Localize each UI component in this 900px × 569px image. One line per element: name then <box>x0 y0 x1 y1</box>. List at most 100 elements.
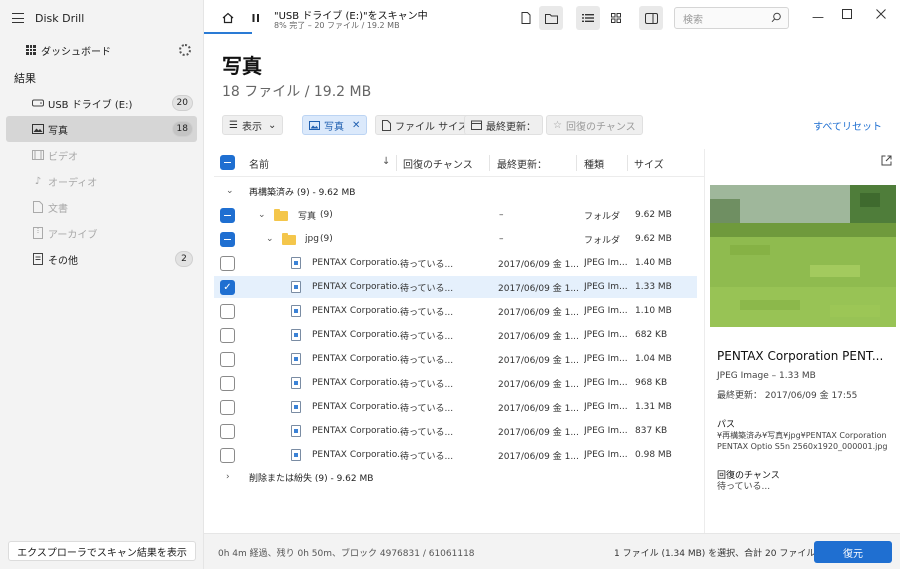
table-row[interactable]: PENTAX Corporatio... 待っている... 2017/06/09… <box>214 252 697 274</box>
sidebar-item-photos[interactable]: 写真 18 <box>6 116 197 142</box>
column-divider[interactable] <box>576 155 577 171</box>
chevron-down-icon[interactable]: ⌄ <box>258 210 266 220</box>
sidebar-item-documents[interactable]: 文書 <box>6 194 197 220</box>
row-checkbox[interactable] <box>220 423 235 439</box>
group-row-rebuilt[interactable]: ⌄ 再構築済み (9) - 9.62 MB <box>214 180 697 202</box>
view-dropdown[interactable]: ☰ 表示 ⌄ <box>222 115 284 135</box>
image-file-icon <box>291 377 301 389</box>
menu-icon[interactable] <box>12 13 24 23</box>
file-size-filter-chip[interactable]: ファイル サイズ <box>375 115 475 135</box>
row-checkbox[interactable] <box>220 303 235 319</box>
close-icon <box>876 9 886 19</box>
sidebar-item-video[interactable]: ビデオ <box>6 142 197 168</box>
pause-icon <box>252 14 259 22</box>
file-table: 名前 ↓ 回復のチャンス 最終更新： 種類 サイズ ⌄ 再構築済み (9) - … <box>214 149 704 533</box>
recovery-chance: 待っている... <box>400 259 454 270</box>
image-file-icon <box>291 305 301 317</box>
table-row[interactable]: PENTAX Corporatio... 待っている... 2017/06/09… <box>214 348 697 370</box>
file-name: PENTAX Corporatio... <box>312 426 406 436</box>
recovery-chance: 待っている... <box>400 331 454 342</box>
row-checkbox[interactable] <box>220 255 235 271</box>
column-header-modified[interactable]: 最終更新： <box>497 156 547 171</box>
status-bar: 0h 4m 経過、残り 0h 50m、ブロック 4976831 / 610611… <box>204 533 900 569</box>
column-divider[interactable] <box>489 155 490 171</box>
sort-down-icon[interactable]: ↓ <box>382 156 390 167</box>
maximize-icon <box>842 9 852 19</box>
chevron-down-icon[interactable]: ⌄ <box>266 234 274 244</box>
chevron-right-icon[interactable]: › <box>226 472 230 482</box>
folder-view-button[interactable] <box>539 6 563 30</box>
pause-scan-button[interactable] <box>244 6 268 30</box>
row-checkbox[interactable] <box>220 231 235 247</box>
restore-button[interactable]: 復元 <box>814 541 892 563</box>
column-divider[interactable] <box>396 155 397 171</box>
column-header-type[interactable]: 種類 <box>584 156 604 171</box>
folder-icon <box>274 209 288 221</box>
row-checkbox[interactable] <box>220 327 235 343</box>
row-checkbox[interactable] <box>220 447 235 463</box>
table-row[interactable]: PENTAX Corporatio... 待っている... 2017/06/09… <box>214 420 697 442</box>
folder-icon <box>282 233 296 245</box>
usb-drive-icon <box>32 97 44 109</box>
column-header-recovery-chance[interactable]: 回復のチャンス <box>403 156 473 171</box>
toggle-preview-pane-button[interactable] <box>639 6 663 30</box>
select-all-checkbox[interactable] <box>220 155 235 170</box>
file-name: PENTAX Corporatio... <box>312 354 406 364</box>
folder-row-jpg[interactable]: ⌄ jpg (9) – フォルダ 9.62 MB <box>214 228 697 250</box>
group-row-deleted[interactable]: › 削除または紛失 (9) - 9.62 MB <box>214 466 697 488</box>
table-row[interactable]: PENTAX Corporatio... 待っている... 2017/06/09… <box>214 396 697 418</box>
image-file-icon <box>291 401 301 413</box>
maximize-button[interactable] <box>842 8 852 22</box>
file-view-button[interactable] <box>514 6 538 30</box>
row-checkbox[interactable] <box>220 351 235 367</box>
home-button[interactable] <box>216 6 240 30</box>
modified-date: 2017/06/09 金 1... <box>498 379 579 390</box>
recovery-chance: 待っている... <box>400 283 454 294</box>
preview-chance-label: 回復のチャンス <box>717 471 780 481</box>
folder-row-photos[interactable]: ⌄ 写真 (9) – フォルダ 9.62 MB <box>214 204 697 226</box>
photo-filter-chip[interactable]: 写真 ✕ <box>302 115 368 135</box>
open-external-icon[interactable] <box>881 155 892 169</box>
row-checkbox[interactable] <box>220 207 235 223</box>
file-type: JPEG Im... <box>584 258 628 268</box>
remove-filter-icon[interactable]: ✕ <box>352 120 360 131</box>
column-header-size[interactable]: サイズ <box>634 156 664 171</box>
sidebar-item-audio[interactable]: ♪ オーディオ <box>6 168 197 194</box>
image-file-icon <box>291 353 301 365</box>
chevron-down-icon[interactable]: ⌄ <box>226 186 234 196</box>
minimize-button[interactable]: — <box>812 10 824 24</box>
recovery-chance-filter-label: 回復のチャンス <box>565 121 636 133</box>
preview-panel: PENTAX Corporation PENT... JPEG Image – … <box>704 149 900 533</box>
show-results-in-explorer-button[interactable]: エクスプローラでスキャン結果を表示 <box>8 541 196 561</box>
modified-filter-chip[interactable]: 最終更新： <box>464 115 543 135</box>
table-row[interactable]: PENTAX Corporatio... 待っている... 2017/06/09… <box>214 372 697 394</box>
sidebar-item-archives[interactable]: アーカイブ <box>6 220 197 246</box>
sidebar-item-usb-drive[interactable]: USB ドライブ (E:) 20 <box>6 90 197 116</box>
photo-filter-label: 写真 <box>324 121 344 133</box>
count-badge: 18 <box>171 121 193 137</box>
table-row[interactable]: PENTAX Corporatio... 待っている... 2017/06/09… <box>214 324 697 346</box>
close-button[interactable] <box>876 8 886 22</box>
file-type: JPEG Im... <box>584 306 628 316</box>
file-size: 1.31 MB <box>635 402 672 412</box>
reset-all-link[interactable]: すべてリセット <box>813 118 882 133</box>
modified-date: 2017/06/09 金 1... <box>498 403 579 414</box>
sidebar-item-other[interactable]: その他 2 <box>6 246 197 272</box>
sidebar-item-dashboard[interactable]: ダッシュボード <box>0 36 203 64</box>
row-checkbox-checked[interactable]: ✓ <box>220 279 235 295</box>
list-view-button[interactable] <box>576 6 600 30</box>
file-size: 682 KB <box>635 330 668 340</box>
row-checkbox[interactable] <box>220 399 235 415</box>
column-divider[interactable] <box>627 155 628 171</box>
row-checkbox[interactable] <box>220 375 235 391</box>
recovery-chance-filter-chip[interactable]: ☆ 回復のチャンス <box>546 115 643 135</box>
search-input[interactable]: 検索 <box>674 7 789 29</box>
table-row[interactable]: PENTAX Corporatio... 待っている... 2017/06/09… <box>214 444 697 466</box>
column-header-name[interactable]: 名前 <box>249 156 269 171</box>
recovery-chance: 待っている... <box>400 379 454 390</box>
recovery-chance: 待っている... <box>400 427 454 438</box>
table-row[interactable]: PENTAX Corporatio... 待っている... 2017/06/09… <box>214 300 697 322</box>
table-row-selected[interactable]: ✓ PENTAX Corporatio... 待っている... 2017/06/… <box>214 276 697 298</box>
grid-view-button[interactable] <box>604 6 628 30</box>
home-icon <box>222 12 234 24</box>
